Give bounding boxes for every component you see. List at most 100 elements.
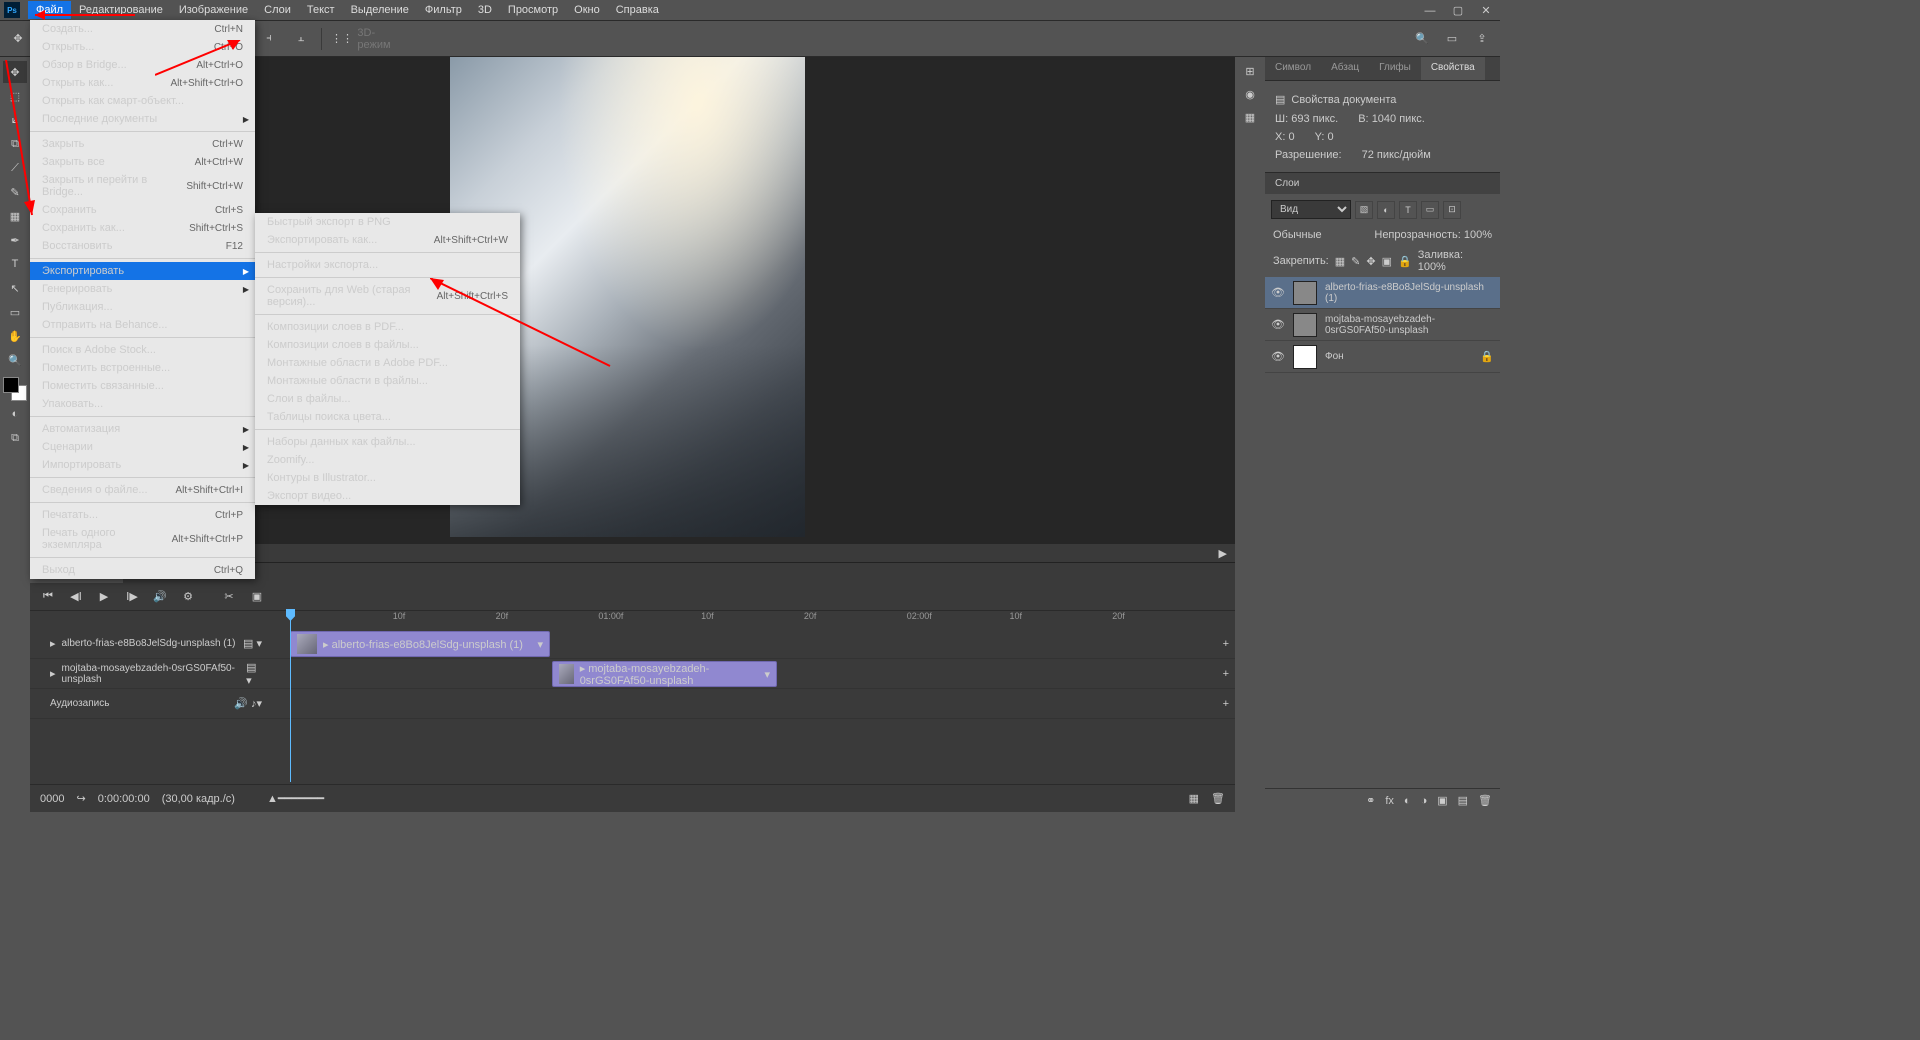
maximize-button[interactable]: ▢: [1444, 0, 1472, 21]
transition-button[interactable]: ▣: [249, 589, 265, 605]
move-tool-icon[interactable]: ✥: [6, 27, 30, 51]
align-middle-icon[interactable]: ⫞: [257, 27, 281, 51]
split-button[interactable]: ✂: [221, 589, 237, 605]
menuitem[interactable]: Печатать...Ctrl+P: [30, 506, 255, 524]
search-icon[interactable]: 🔍: [1410, 27, 1434, 51]
menuitem[interactable]: Таблицы поиска цвета...: [255, 408, 520, 426]
menuitem[interactable]: Zoomify...: [255, 451, 520, 469]
menuitem[interactable]: Контуры в Illustrator...: [255, 469, 520, 487]
menuitem[interactable]: Последние документы: [30, 110, 255, 128]
menuitem[interactable]: Отправить на Behance...: [30, 316, 255, 334]
lock-position-icon[interactable]: ✥: [1366, 255, 1375, 268]
shape-tool[interactable]: ▭: [3, 301, 27, 323]
blend-mode[interactable]: Обычные: [1273, 229, 1322, 241]
menuitem[interactable]: СохранитьCtrl+S: [30, 201, 255, 219]
mute-button[interactable]: 🔊: [152, 589, 168, 605]
screenmode-icon[interactable]: ⧉: [3, 427, 27, 449]
crop-tool[interactable]: ⧉: [3, 133, 27, 155]
menu-фильтр[interactable]: Фильтр: [417, 1, 470, 19]
menu-выделение[interactable]: Выделение: [343, 1, 417, 19]
menuitem[interactable]: Поместить связанные...: [30, 377, 255, 395]
timeline-ruler[interactable]: 10f20f01:00f10f20f02:00f10f20f: [290, 611, 1215, 627]
filter-smart-icon[interactable]: ⊡: [1443, 201, 1461, 219]
layer-row[interactable]: 👁alberto-frias-e8Bo8JelSdg-unsplash (1): [1265, 277, 1500, 309]
settings-button[interactable]: ⚙: [180, 589, 196, 605]
lock-artboard-icon[interactable]: ▣: [1382, 255, 1392, 268]
delete-frame-icon[interactable]: 🗑: [1211, 792, 1225, 805]
props-tab[interactable]: Свойства: [1421, 57, 1485, 80]
menuitem[interactable]: Экспортировать как...Alt+Shift+Ctrl+W: [255, 231, 520, 249]
menuitem[interactable]: Экспортировать: [30, 262, 255, 280]
fill-layer-icon[interactable]: ◑: [1421, 795, 1428, 807]
menuitem[interactable]: Печать одного экземпляраAlt+Shift+Ctrl+P: [30, 524, 255, 554]
menu-справка[interactable]: Справка: [608, 1, 667, 19]
menuitem[interactable]: Настройки экспорта...: [255, 256, 520, 274]
menu-файл[interactable]: Файл: [28, 1, 71, 19]
menuitem[interactable]: Открыть как смарт-объект...: [30, 92, 255, 110]
workspace-icon[interactable]: ▭: [1440, 27, 1464, 51]
menu-просмотр[interactable]: Просмотр: [500, 1, 566, 19]
new-layer-icon[interactable]: ▤: [1458, 794, 1468, 807]
audio-track-label[interactable]: Аудиозапись🔊 ♪▾: [30, 697, 270, 710]
menu-редактирование[interactable]: Редактирование: [71, 1, 171, 19]
menuitem[interactable]: Обзор в Bridge...Alt+Ctrl+O: [30, 56, 255, 74]
lasso-tool[interactable]: ⟀: [3, 109, 27, 131]
share-icon[interactable]: ⇪: [1470, 27, 1494, 51]
menu-3d[interactable]: 3D: [470, 1, 500, 19]
layer-mask-icon[interactable]: ◐: [1404, 795, 1411, 807]
menuitem[interactable]: Быстрый экспорт в PNG: [255, 213, 520, 231]
track-label[interactable]: ▸ alberto-frias-e8Bo8JelSdg-unsplash (1)…: [30, 637, 270, 650]
menuitem[interactable]: Сведения о файле...Alt+Shift+Ctrl+I: [30, 481, 255, 499]
props-tab[interactable]: Глифы: [1369, 57, 1421, 80]
timecode[interactable]: 0:00:00:00: [98, 793, 150, 805]
layer-row[interactable]: 👁Фон🔒: [1265, 341, 1500, 373]
quickmask-icon[interactable]: ◐: [3, 403, 27, 425]
convert-icon[interactable]: ↪: [76, 792, 85, 805]
link-layers-icon[interactable]: ⚭: [1366, 794, 1375, 807]
lock-transparent-icon[interactable]: ▦: [1335, 255, 1345, 268]
menu-окно[interactable]: Окно: [566, 1, 608, 19]
menu-изображение[interactable]: Изображение: [171, 1, 256, 19]
lock-all-icon[interactable]: 🔒: [1398, 255, 1412, 268]
marquee-tool[interactable]: ⬚: [3, 85, 27, 107]
menuitem[interactable]: ЗакрытьCtrl+W: [30, 135, 255, 153]
visibility-icon[interactable]: 👁: [1271, 350, 1285, 363]
filter-adjust-icon[interactable]: ◐: [1377, 201, 1395, 219]
gradient-tool[interactable]: ▦: [3, 205, 27, 227]
filter-type-icon[interactable]: T: [1399, 201, 1417, 219]
menu-слои[interactable]: Слои: [256, 1, 299, 19]
menuitem[interactable]: Сохранить для Web (старая версия)...Alt+…: [255, 281, 520, 311]
menuitem[interactable]: Автоматизация: [30, 420, 255, 438]
menuitem[interactable]: Поиск в Adobe Stock...: [30, 341, 255, 359]
menuitem[interactable]: Сценарии: [30, 438, 255, 456]
convert-frames-icon[interactable]: ▦: [1189, 792, 1199, 805]
first-frame-button[interactable]: ⏮: [40, 589, 56, 605]
menuitem[interactable]: Закрыть всеAlt+Ctrl+W: [30, 153, 255, 171]
minimize-button[interactable]: —: [1416, 0, 1444, 21]
align-bottom-icon[interactable]: ⫠: [289, 27, 313, 51]
path-tool[interactable]: ↖: [3, 277, 27, 299]
move-tool[interactable]: ✥: [3, 61, 27, 83]
group-icon[interactable]: ▣: [1437, 794, 1447, 807]
layer-row[interactable]: 👁mojtaba-mosayebzadeh-0srGS0FAf50-unspla…: [1265, 309, 1500, 341]
visibility-icon[interactable]: 👁: [1271, 318, 1285, 331]
lock-paint-icon[interactable]: ✎: [1351, 255, 1360, 268]
menuitem[interactable]: Публикация...: [30, 298, 255, 316]
menuitem[interactable]: Сохранить как...Shift+Ctrl+S: [30, 219, 255, 237]
distribute-icon[interactable]: ⋮⋮: [330, 27, 354, 51]
props-tab[interactable]: Абзац: [1321, 57, 1369, 80]
layer-filter-select[interactable]: Вид: [1271, 200, 1351, 219]
color-swatches[interactable]: [3, 377, 27, 401]
zoom-tool[interactable]: 🔍: [3, 349, 27, 371]
filter-shape-icon[interactable]: ▭: [1421, 201, 1439, 219]
timeline-clip[interactable]: ▸ alberto-frias-e8Bo8JelSdg-unsplash (1)…: [290, 631, 550, 657]
menuitem[interactable]: Поместить встроенные...: [30, 359, 255, 377]
menuitem[interactable]: Закрыть и перейти в Bridge...Shift+Ctrl+…: [30, 171, 255, 201]
menuitem[interactable]: ВыходCtrl+Q: [30, 561, 255, 579]
delete-layer-icon[interactable]: 🗑: [1478, 794, 1492, 807]
menuitem[interactable]: Генерировать: [30, 280, 255, 298]
3d-mode-icon[interactable]: 3D-режим: [362, 27, 386, 51]
menuitem[interactable]: Создать...Ctrl+N: [30, 20, 255, 38]
track-label[interactable]: ▸ mojtaba-mosayebzadeh-0srGS0FAf50-unspl…: [30, 661, 270, 687]
props-tab[interactable]: Символ: [1265, 57, 1321, 80]
